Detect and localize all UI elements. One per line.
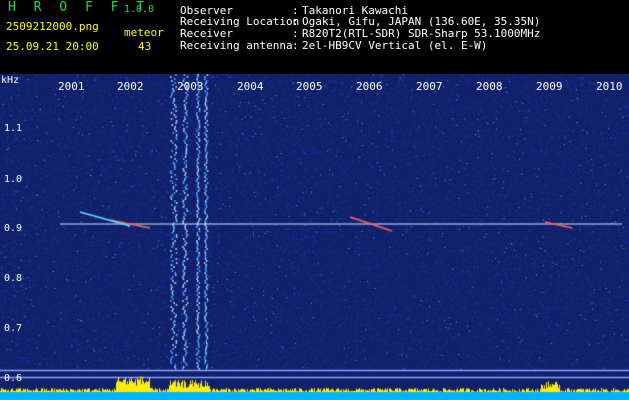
info-label-antenna: Receiving antenna bbox=[180, 39, 293, 52]
waterfall-spectrogram bbox=[0, 74, 629, 400]
x-tick-label: 2006 bbox=[356, 80, 383, 93]
meteor-count: 43 bbox=[138, 40, 152, 53]
y-tick-label: 1.1 bbox=[4, 123, 23, 134]
x-tick-label: 2003 bbox=[177, 80, 204, 93]
header-panel: H R O F F T 1.0.0 2509212000.png 25.09.2… bbox=[0, 0, 629, 56]
unit-label: kHz bbox=[1, 75, 20, 86]
x-tick-label: 2001 bbox=[58, 80, 85, 93]
x-tick-label: 2005 bbox=[296, 80, 323, 93]
file-name: 2509212000.png bbox=[6, 20, 99, 33]
y-tick-label: 0.7 bbox=[4, 323, 23, 334]
x-tick-label: 2004 bbox=[237, 80, 264, 93]
version-label: 1.0.0 bbox=[124, 4, 155, 15]
x-tick-label: 2002 bbox=[117, 80, 144, 93]
meteor-label: meteor bbox=[124, 26, 164, 39]
y-tick-label: 1.0 bbox=[4, 174, 23, 185]
x-tick-label: 2008 bbox=[476, 80, 503, 93]
timestamp: 25.09.21 20:00 bbox=[6, 40, 99, 53]
y-tick-label: 0.8 bbox=[4, 273, 23, 284]
y-tick-label: 0.6 bbox=[4, 373, 23, 384]
x-tick-label: 2010 bbox=[596, 80, 623, 93]
x-tick-label: 2007 bbox=[416, 80, 443, 93]
info-value-antenna: 2el-HB9CV Vertical (el. E-W) bbox=[302, 39, 488, 52]
y-tick-label: 0.9 bbox=[4, 223, 23, 234]
x-tick-label: 2009 bbox=[536, 80, 563, 93]
info-separator: : bbox=[292, 39, 299, 52]
